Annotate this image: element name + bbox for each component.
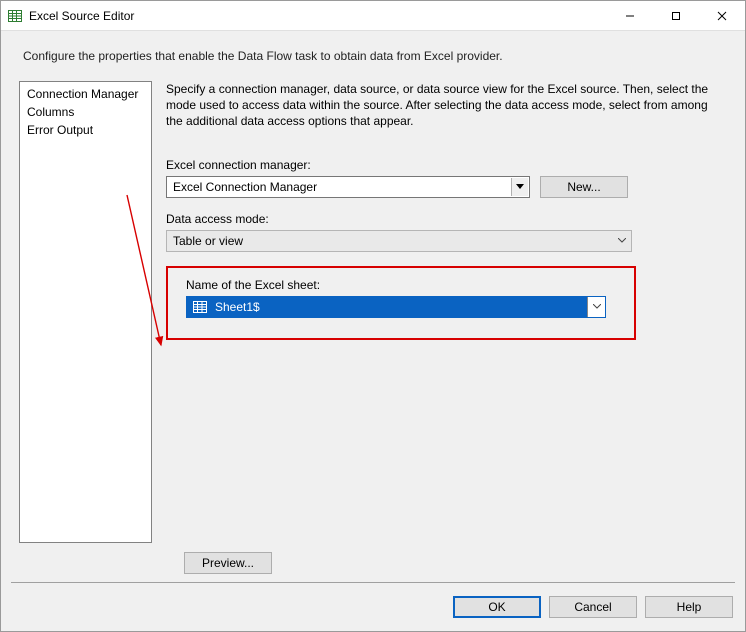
window-title: Excel Source Editor [29, 9, 607, 23]
preview-button-label: Preview... [202, 556, 254, 570]
sheet-name-value: Sheet1$ [215, 300, 260, 314]
table-icon [191, 298, 209, 316]
ok-button-label: OK [488, 600, 505, 614]
ok-button[interactable]: OK [453, 596, 541, 618]
cancel-button-label: Cancel [574, 600, 611, 614]
close-button[interactable] [699, 1, 745, 31]
minimize-button[interactable] [607, 1, 653, 31]
dialog-footer: OK Cancel Help [1, 583, 745, 631]
connection-manager-combo[interactable]: Excel Connection Manager [166, 176, 530, 198]
data-access-mode-combo[interactable]: Table or view [166, 230, 632, 252]
dialog-description: Configure the properties that enable the… [1, 31, 745, 75]
excel-source-editor-window: Excel Source Editor Configure the proper… [0, 0, 746, 632]
new-button-label: New... [567, 180, 600, 194]
chevron-down-icon [613, 232, 630, 250]
help-button-label: Help [677, 600, 702, 614]
data-access-mode-value: Table or view [173, 234, 243, 248]
help-button[interactable]: Help [645, 596, 733, 618]
connection-manager-value: Excel Connection Manager [173, 180, 317, 194]
data-access-mode-label: Data access mode: [166, 212, 725, 226]
sidebar-item-columns[interactable]: Columns [25, 103, 146, 121]
sheet-selection-highlight: Name of the Excel sheet: Sheet1$ [166, 266, 636, 340]
sidebar-item-connection-manager[interactable]: Connection Manager [25, 85, 146, 103]
chevron-down-icon [587, 297, 605, 317]
sidebar-item-error-output[interactable]: Error Output [25, 121, 146, 139]
excel-icon [7, 8, 23, 24]
chevron-down-icon [511, 178, 528, 196]
page-list[interactable]: Connection Manager Columns Error Output [19, 81, 152, 543]
main-panel: Specify a connection manager, data sourc… [152, 75, 735, 574]
preview-button[interactable]: Preview... [184, 552, 272, 574]
sheet-name-label: Name of the Excel sheet: [186, 278, 620, 292]
instructions-text: Specify a connection manager, data sourc… [166, 81, 725, 130]
cancel-button[interactable]: Cancel [549, 596, 637, 618]
titlebar: Excel Source Editor [1, 1, 745, 31]
maximize-button[interactable] [653, 1, 699, 31]
connection-manager-label: Excel connection manager: [166, 158, 725, 172]
new-connection-button[interactable]: New... [540, 176, 628, 198]
dialog-body: Connection Manager Columns Error Output … [1, 75, 745, 574]
sheet-name-combo[interactable]: Sheet1$ [186, 296, 606, 318]
